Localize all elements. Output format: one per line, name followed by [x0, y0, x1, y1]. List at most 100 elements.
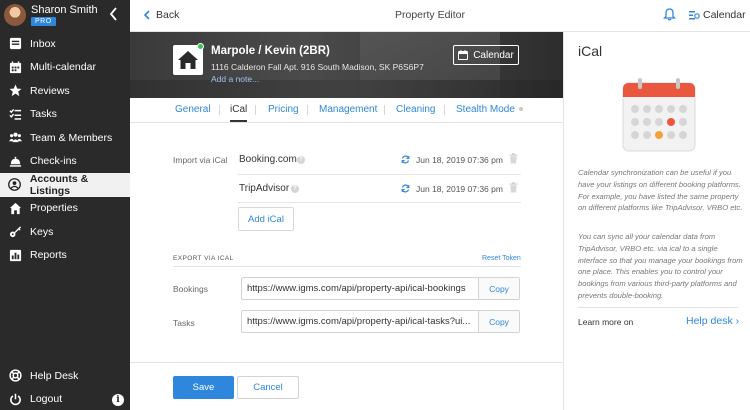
sidebar-item-logout[interactable]: Logout i: [0, 388, 130, 410]
sidebar-item-label: Help Desk: [30, 369, 79, 382]
learn-more-label: Learn more on: [578, 317, 634, 327]
tab-management[interactable]: Management: [319, 104, 377, 115]
copy-tasks-button[interactable]: Copy: [478, 311, 519, 332]
user-name: Sharon Smith: [31, 4, 98, 16]
avatar[interactable]: [4, 4, 26, 26]
sync-icon[interactable]: [401, 155, 410, 164]
tab-stealth-mode[interactable]: Stealth Mode: [456, 104, 523, 115]
user-profile[interactable]: Sharon Smith PRO: [0, 0, 130, 32]
sidebar-item-inbox[interactable]: Inbox: [0, 32, 130, 56]
reports-icon: [8, 248, 22, 262]
help-desk-label: Help desk: [686, 315, 733, 327]
panel-title: iCal: [578, 43, 603, 59]
sidebar-item-team-members[interactable]: Team & Members: [0, 126, 130, 150]
calendar-button[interactable]: Calendar: [453, 45, 519, 65]
help-panel: iCal Calendar synchronization can be use…: [563, 32, 750, 410]
sidebar: Sharon Smith PRO Inbox Multi-calendar Re…: [0, 0, 130, 410]
inbox-icon: [8, 37, 22, 51]
sidebar-bottom: Help Desk Logout i: [0, 364, 130, 410]
calendar-icon: [8, 60, 22, 74]
sidebar-item-keys[interactable]: Keys: [0, 220, 130, 244]
panel-divider: [578, 307, 738, 308]
sidebar-item-accounts-listings[interactable]: Accounts & Listings: [0, 173, 130, 197]
listing-header: Marpole / Kevin (2BR) 1116 Calderon Fall…: [130, 32, 563, 98]
list-calendar-icon: [689, 11, 700, 20]
sidebar-item-label: Keys: [30, 225, 54, 238]
sidebar-item-multi-calendar[interactable]: Multi-calendar: [0, 56, 130, 80]
tab-divider: [219, 105, 220, 115]
calendar-illustration-icon: [622, 78, 696, 152]
notification-bell-icon[interactable]: [663, 8, 676, 21]
bell-desk-icon: [8, 154, 22, 168]
row-divider: [238, 202, 521, 203]
export-divider: [173, 266, 521, 267]
sidebar-item-label: Properties: [30, 202, 78, 215]
bookings-url[interactable]: https://www.igms.com/api/property-api/ic…: [242, 278, 478, 299]
calendar-icon: [458, 50, 469, 60]
sidebar-item-properties[interactable]: Properties: [0, 197, 130, 221]
online-status-dot: [197, 43, 204, 50]
tasks-label: Tasks: [173, 318, 195, 328]
row-divider: [238, 174, 521, 175]
sidebar-item-label: Logout: [30, 393, 63, 406]
panel-paragraph-2: You can sync all your calendar data from…: [578, 232, 743, 300]
tasks-url-field[interactable]: https://www.igms.com/api/property-api/ic…: [241, 310, 520, 333]
sidebar-item-tasks[interactable]: Tasks: [0, 103, 130, 127]
tasks-icon: [8, 107, 22, 121]
trash-icon[interactable]: [509, 153, 518, 164]
tab-divider: [444, 105, 445, 115]
page-title: Property Editor: [394, 9, 466, 21]
add-note-link[interactable]: Add a note...: [211, 74, 259, 84]
sidebar-item-help-desk[interactable]: Help Desk: [0, 364, 130, 388]
tab-pricing[interactable]: Pricing: [268, 104, 299, 115]
sidebar-item-reviews[interactable]: Reviews: [0, 79, 130, 103]
copy-bookings-button[interactable]: Copy: [478, 278, 519, 299]
source-name: Booking.com: [239, 154, 297, 165]
panel-paragraph-1: Calendar synchronization can be useful i…: [578, 168, 743, 213]
help-icon[interactable]: ?: [291, 185, 299, 193]
sidebar-item-check-ins[interactable]: Check-ins: [0, 150, 130, 174]
chevron-right-icon: ›: [735, 315, 740, 327]
tasks-url[interactable]: https://www.igms.com/api/property-api/ic…: [242, 311, 478, 332]
collapse-chevron-icon[interactable]: [109, 7, 119, 21]
key-icon: [8, 225, 22, 239]
help-icon[interactable]: ?: [297, 156, 305, 164]
tab-cleaning[interactable]: Cleaning: [396, 104, 435, 115]
save-button[interactable]: Save: [173, 376, 234, 399]
star-icon: [8, 84, 22, 98]
sidebar-item-label: Reviews: [30, 84, 70, 97]
tab-ical[interactable]: iCal: [230, 104, 248, 122]
lifebuoy-icon: [8, 369, 22, 383]
source-name: TripAdvisor: [239, 183, 290, 194]
help-desk-link[interactable]: Help desk ›: [686, 315, 739, 327]
sidebar-item-label: Reports: [30, 249, 67, 262]
tab-general[interactable]: General: [175, 104, 211, 115]
tab-label: Stealth Mode: [456, 104, 515, 115]
calendar-link-label: Calendar: [703, 9, 746, 21]
add-ical-button[interactable]: Add iCal: [238, 207, 294, 231]
account-icon: [8, 178, 22, 192]
info-icon[interactable]: i: [112, 393, 124, 406]
house-icon: [178, 51, 198, 69]
calendar-button-label: Calendar: [473, 49, 514, 61]
status-dot: [518, 107, 523, 112]
sidebar-item-label: Tasks: [30, 108, 57, 121]
bookings-label: Bookings: [173, 284, 208, 294]
form-footer: Save Cancel: [130, 362, 563, 410]
sidebar-item-label: Multi-calendar: [30, 61, 96, 74]
listing-address: 1116 Calderon Fall Apt. 916 South Madiso…: [211, 62, 424, 72]
sidebar-nav: Inbox Multi-calendar Reviews Tasks Team …: [0, 32, 130, 267]
trash-icon[interactable]: [509, 182, 518, 193]
reset-token-link[interactable]: Reset Token: [482, 255, 521, 262]
bookings-url-field[interactable]: https://www.igms.com/api/property-api/ic…: [241, 277, 520, 300]
team-icon: [8, 131, 22, 145]
cancel-button[interactable]: Cancel: [237, 376, 299, 399]
tab-divider: [255, 105, 256, 115]
sidebar-item-label: Check-ins: [30, 155, 77, 168]
home-icon: [8, 201, 22, 215]
sidebar-item-label: Accounts & Listings: [29, 172, 89, 197]
calendar-link[interactable]: Calendar: [689, 9, 746, 21]
sync-icon[interactable]: [401, 184, 410, 193]
pro-badge: PRO: [31, 17, 56, 26]
sidebar-item-reports[interactable]: Reports: [0, 244, 130, 268]
